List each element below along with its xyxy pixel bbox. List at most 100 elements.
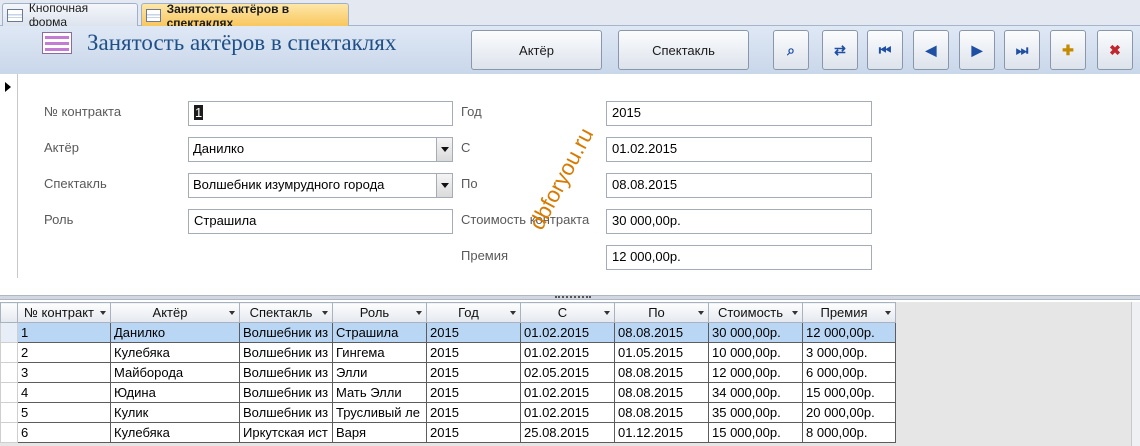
table-cell[interactable]: Волшебник из	[239, 382, 333, 403]
column-header[interactable]: № контракт	[17, 302, 111, 323]
play-button[interactable]: Спектакль	[618, 30, 749, 70]
table-row[interactable]: 5 Кулик Волшебник из Трусливый ле 2015 01.02.…	[0, 402, 896, 423]
new-record-button[interactable]: ✚	[1050, 30, 1086, 70]
first-record-button[interactable]: ⏮	[867, 30, 903, 70]
sort-filter-icon[interactable]	[229, 311, 235, 315]
table-row[interactable]: 6 Кулебяка Иркутская ист Варя 2015 25.08.2015…	[0, 422, 896, 443]
sort-filter-icon[interactable]	[792, 311, 798, 315]
table-cell[interactable]: 20 000,00р.	[802, 402, 896, 423]
table-cell[interactable]: 10 000,00р.	[708, 342, 803, 363]
table-cell[interactable]: 01.02.2015	[520, 342, 615, 363]
table-cell[interactable]: 01.02.2015	[520, 402, 615, 423]
table-row[interactable]: 4 Юдина Волшебник из Мать Элли 2015 01.02.201…	[0, 382, 896, 403]
tab-switchboard[interactable]: Кнопочная форма	[2, 1, 138, 29]
contract-field[interactable]: 1	[188, 101, 453, 126]
column-header[interactable]: Стоимость	[708, 302, 803, 323]
sort-filter-icon[interactable]	[885, 311, 891, 315]
last-record-button[interactable]: ⏭	[1004, 30, 1040, 70]
cost-field[interactable]: 30 000,00р.	[606, 209, 872, 234]
bonus-field[interactable]: 12 000,00р.	[606, 245, 872, 270]
table-cell[interactable]: 15 000,00р.	[708, 422, 803, 443]
record-selector[interactable]	[0, 74, 18, 278]
tab-actor-employment[interactable]: Занятость актёров в спектаклях	[141, 2, 349, 30]
table-cell[interactable]: Кулебяка	[110, 342, 240, 363]
table-cell[interactable]: 08.08.2015	[614, 402, 709, 423]
sort-filter-icon[interactable]	[100, 311, 106, 315]
table-cell[interactable]: 12 000,00р.	[802, 322, 896, 343]
table-cell[interactable]: 2015	[426, 422, 521, 443]
table-cell[interactable]: 08.08.2015	[614, 362, 709, 383]
delete-record-button[interactable]: ✖	[1097, 30, 1133, 70]
column-header[interactable]: Премия	[802, 302, 896, 323]
table-cell[interactable]: Волшебник из	[239, 342, 333, 363]
sort-filter-icon[interactable]	[416, 311, 422, 315]
table-row[interactable]: 2 Кулебяка Волшебник из Гингема 2015 01.02.20…	[0, 342, 896, 363]
actor-combobox[interactable]: Данилко	[188, 137, 453, 162]
splitter-grip[interactable]	[555, 296, 591, 298]
previous-record-button[interactable]: ◀	[913, 30, 949, 70]
next-record-button[interactable]: ▶	[959, 30, 995, 70]
table-cell[interactable]: 01.05.2015	[614, 342, 709, 363]
row-selector[interactable]	[0, 322, 18, 343]
table-cell[interactable]: 3 000,00р.	[802, 342, 896, 363]
row-selector[interactable]	[0, 382, 18, 403]
table-cell[interactable]: 2015	[426, 382, 521, 403]
column-header[interactable]: Роль	[332, 302, 427, 323]
table-cell[interactable]: 8 000,00р.	[802, 422, 896, 443]
table-cell[interactable]: 15 000,00р.	[802, 382, 896, 403]
table-cell[interactable]: Майборода	[110, 362, 240, 383]
table-cell[interactable]: 01.02.2015	[520, 322, 615, 343]
row-selector[interactable]	[0, 402, 18, 423]
table-cell[interactable]: Волшебник из	[239, 362, 333, 383]
year-field[interactable]: 2015	[606, 101, 872, 126]
table-cell[interactable]: Гингема	[332, 342, 427, 363]
table-cell[interactable]: 08.08.2015	[614, 322, 709, 343]
row-selector[interactable]	[0, 362, 18, 383]
table-cell[interactable]: 2015	[426, 402, 521, 423]
split-form-divider[interactable]	[0, 278, 1140, 302]
table-cell[interactable]: 3	[17, 362, 111, 383]
column-header[interactable]: Актёр	[110, 302, 240, 323]
table-cell[interactable]: 4	[17, 382, 111, 403]
play-combobox[interactable]: Волшебник изумрудного города	[188, 173, 453, 198]
sort-filter-icon[interactable]	[604, 311, 610, 315]
table-cell[interactable]: 6 000,00р.	[802, 362, 896, 383]
table-cell[interactable]: 2	[17, 342, 111, 363]
to-date-field[interactable]: 08.08.2015	[606, 173, 872, 198]
table-cell[interactable]: Юдина	[110, 382, 240, 403]
table-cell[interactable]: 2015	[426, 342, 521, 363]
table-cell[interactable]: 25.08.2015	[520, 422, 615, 443]
column-header[interactable]: С	[520, 302, 615, 323]
table-cell[interactable]: Иркутская ист	[239, 422, 333, 443]
column-header[interactable]: Спектакль	[239, 302, 333, 323]
table-cell[interactable]: 5	[17, 402, 111, 423]
table-row[interactable]: 3 Майборода Волшебник из Элли 2015 02.05.2015…	[0, 362, 896, 383]
table-cell[interactable]: 2015	[426, 362, 521, 383]
table-row[interactable]: 1 Данилко Волшебник из Страшила 2015 01.02.20…	[0, 322, 896, 343]
row-selector[interactable]	[0, 342, 18, 363]
table-cell[interactable]: Волшебник из	[239, 322, 333, 343]
table-cell[interactable]: 35 000,00р.	[708, 402, 803, 423]
table-cell[interactable]: 30 000,00р.	[708, 322, 803, 343]
table-cell[interactable]: Данилко	[110, 322, 240, 343]
table-cell[interactable]: 6	[17, 422, 111, 443]
chevron-down-icon[interactable]	[436, 138, 452, 161]
table-cell[interactable]: 01.02.2015	[520, 382, 615, 403]
sort-filter-icon[interactable]	[322, 311, 328, 315]
table-cell[interactable]: 08.08.2015	[614, 382, 709, 403]
find-button[interactable]: ⌕	[773, 30, 809, 70]
actor-button[interactable]: Актёр	[471, 30, 602, 70]
table-cell[interactable]: Волшебник из	[239, 402, 333, 423]
table-cell[interactable]: Мать Элли	[332, 382, 427, 403]
table-cell[interactable]: 2015	[426, 322, 521, 343]
column-header[interactable]: Год	[426, 302, 521, 323]
table-cell[interactable]: Кулебяка	[110, 422, 240, 443]
sort-filter-icon[interactable]	[698, 311, 704, 315]
table-cell[interactable]: 12 000,00р.	[708, 362, 803, 383]
table-cell[interactable]: Кулик	[110, 402, 240, 423]
select-all-corner[interactable]	[0, 302, 18, 323]
row-selector[interactable]	[0, 422, 18, 443]
table-cell[interactable]: 1	[17, 322, 111, 343]
table-cell[interactable]: 01.12.2015	[614, 422, 709, 443]
table-cell[interactable]: Варя	[332, 422, 427, 443]
